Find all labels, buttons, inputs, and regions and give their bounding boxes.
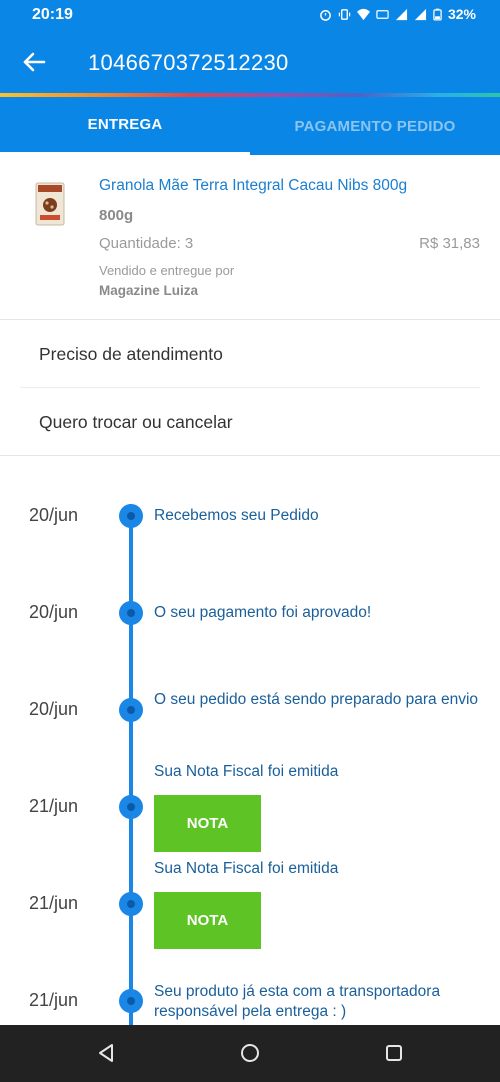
battery-percent: 32% — [447, 6, 476, 22]
timeline-date: 20/jun — [29, 602, 79, 622]
delivery-timeline: 20/jun Recebemos seu Pedido 20/jun O seu… — [0, 457, 500, 1025]
product-thumbnail[interactable] — [34, 181, 66, 227]
need-support-item[interactable]: Preciso de atendimento — [20, 321, 480, 388]
system-nav-bar — [0, 1025, 500, 1082]
timeline-dot — [119, 601, 143, 625]
tab-pagamento-pedido[interactable]: PAGAMENTO PEDIDO — [250, 97, 500, 155]
action-list: Preciso de atendimento Quero trocar ou c… — [0, 321, 500, 456]
nota-button[interactable]: NOTA — [154, 795, 261, 852]
vibrate-icon — [338, 8, 351, 20]
timeline-event-text: O seu pagamento foi aprovado! — [154, 604, 372, 621]
status-bar: 20:19 32% — [0, 0, 500, 30]
back-triangle-icon[interactable] — [94, 1041, 118, 1065]
order-number-title: 1046670372512230 — [88, 50, 289, 75]
product-card: Granola Mãe Terra Integral Cacau Nibs 80… — [0, 155, 500, 320]
arrow-left-icon[interactable] — [20, 48, 48, 76]
status-time: 20:19 — [32, 6, 73, 23]
product-quantity: Quantidade: 3 — [99, 235, 194, 252]
exchange-or-cancel-item[interactable]: Quero trocar ou cancelar — [20, 389, 480, 456]
timeline-line — [129, 515, 133, 1025]
battery-icon — [433, 8, 442, 21]
seller-name: Magazine Luiza — [99, 283, 199, 298]
timeline-date: 21/jun — [29, 796, 79, 816]
timeline-date: 20/jun — [29, 699, 79, 719]
tab-entrega[interactable]: ENTREGA — [0, 97, 250, 155]
timeline-event-text: Sua Nota Fiscal foi emitida — [154, 860, 339, 877]
sold-by-label: Vendido e entregue por — [99, 263, 235, 278]
timeline-date: 20/jun — [29, 505, 79, 525]
timeline-event-text: Recebemos seu Pedido — [154, 507, 319, 524]
tab-bar: ENTREGA PAGAMENTO PEDIDO — [0, 97, 500, 155]
product-weight: 800g — [99, 207, 134, 224]
status-icons: 32% — [319, 6, 476, 22]
nota-button[interactable]: NOTA — [154, 892, 261, 949]
signal-icon — [414, 8, 427, 20]
product-name-link[interactable]: Granola Mãe Terra Integral Cacau Nibs 80… — [99, 177, 407, 195]
timeline-dot — [119, 989, 143, 1013]
timeline-dot — [119, 795, 143, 819]
recents-square-icon[interactable] — [382, 1041, 406, 1065]
timeline-date: 21/jun — [29, 893, 79, 913]
timeline-dot — [119, 698, 143, 722]
volte-icon — [376, 9, 389, 19]
home-circle-icon[interactable] — [238, 1041, 262, 1065]
alarm-icon — [320, 9, 331, 21]
timeline-dot — [119, 504, 143, 528]
signal-icon — [395, 8, 408, 20]
product-price: R$ 31,83 — [419, 235, 480, 252]
timeline-date: 21/jun — [29, 990, 79, 1010]
timeline-event-text: O seu pedido está sendo preparado para e… — [154, 691, 479, 708]
timeline-dot — [119, 892, 143, 916]
timeline-event-text: Seu produto já esta com a transportadora… — [154, 983, 441, 1020]
wifi-icon — [356, 8, 370, 20]
timeline-event-text: Sua Nota Fiscal foi emitida — [154, 763, 339, 780]
app-bar: 1046670372512230 — [0, 30, 500, 94]
